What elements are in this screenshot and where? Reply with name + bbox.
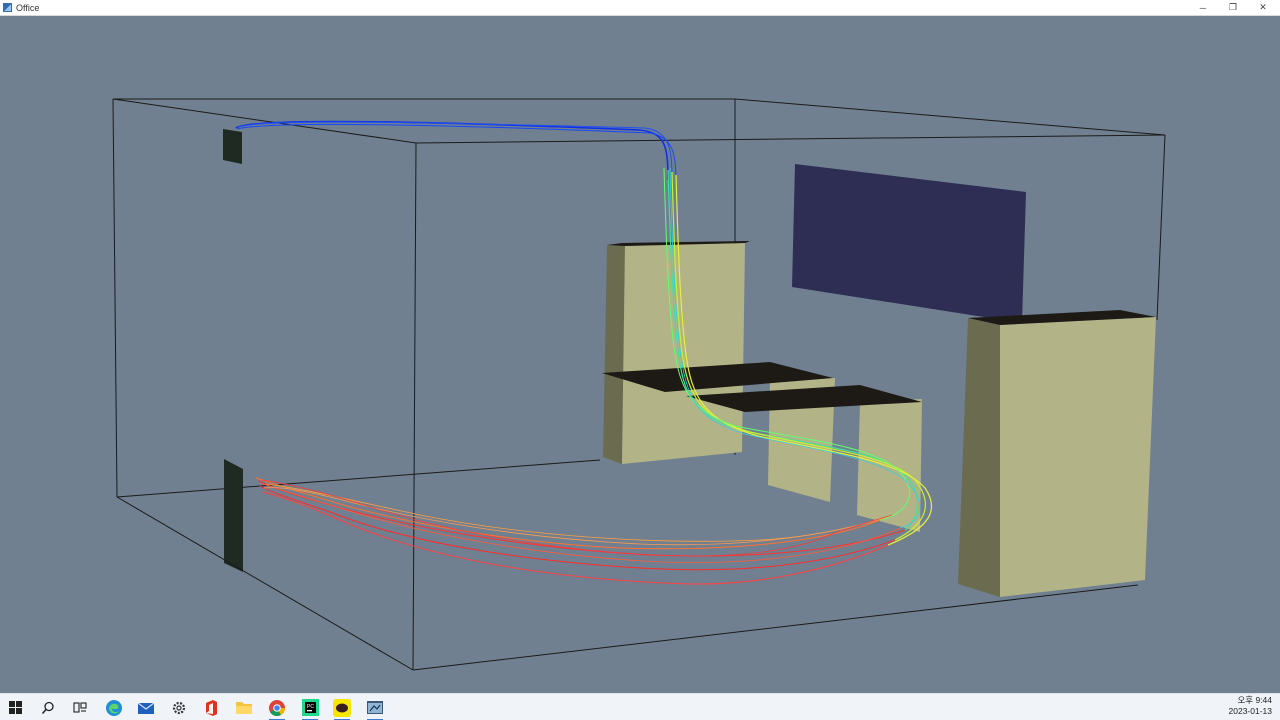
- title-bar[interactable]: Office ─ ❐ ✕: [0, 0, 1280, 16]
- windows-icon: [9, 700, 22, 714]
- pycharm-button[interactable]: PC: [294, 694, 326, 720]
- 3d-viewport[interactable]: [0, 16, 1280, 693]
- streamline-top: [235, 120, 669, 181]
- edge-icon: [106, 699, 122, 716]
- app-window: Office ─ ❐ ✕ PC 오후 9:44 2023-01-13: [0, 0, 1280, 720]
- system-clock[interactable]: 오후 9:44 2023-01-13: [1212, 695, 1272, 720]
- chrome-button[interactable]: [261, 694, 293, 720]
- explorer-button[interactable]: [228, 694, 260, 720]
- app-icon: [3, 3, 12, 12]
- clock-date: 2023-01-13: [1228, 706, 1272, 716]
- visualizer-icon: [367, 700, 383, 714]
- streamline-bottom: [259, 485, 896, 571]
- restore-button[interactable]: ❐: [1218, 0, 1248, 15]
- search-button[interactable]: [32, 694, 64, 720]
- gear-icon: [172, 701, 186, 714]
- chrome-icon: [269, 699, 285, 716]
- window-title: Office: [16, 2, 40, 13]
- svg-text:PC: PC: [307, 704, 314, 710]
- mail-icon: [137, 702, 155, 714]
- task-view-icon: [73, 701, 87, 713]
- wall-panel: [792, 164, 1026, 323]
- pycharm-icon: PC: [301, 699, 319, 716]
- office-icon: [206, 699, 217, 716]
- visualizer-button[interactable]: [359, 694, 391, 720]
- streamline-bottom: [261, 491, 889, 585]
- office-button[interactable]: [195, 694, 227, 720]
- folder-icon: [236, 702, 252, 714]
- task-view-button[interactable]: [64, 694, 96, 720]
- search-icon: [41, 701, 54, 714]
- inlet-vent: [223, 129, 242, 164]
- settings-button[interactable]: [163, 694, 195, 720]
- start-button[interactable]: [0, 694, 32, 720]
- kakaotalk-button[interactable]: [326, 694, 358, 720]
- streamline-top: [236, 123, 677, 186]
- mail-button[interactable]: [130, 694, 162, 720]
- cabinet-back: [603, 241, 750, 464]
- outlet-vent: [224, 459, 243, 572]
- edge-button[interactable]: [98, 694, 130, 720]
- kakaotalk-icon: [333, 698, 351, 717]
- clock-time: 오후 9:44: [1237, 695, 1272, 705]
- streamline-bottom: [263, 487, 871, 546]
- scene-canvas[interactable]: [0, 16, 1280, 693]
- minimize-button[interactable]: ─: [1188, 0, 1218, 15]
- taskbar: PC 오후 9:44 2023-01-13: [0, 693, 1280, 720]
- cabinet-right: [958, 310, 1156, 597]
- close-button[interactable]: ✕: [1248, 0, 1278, 15]
